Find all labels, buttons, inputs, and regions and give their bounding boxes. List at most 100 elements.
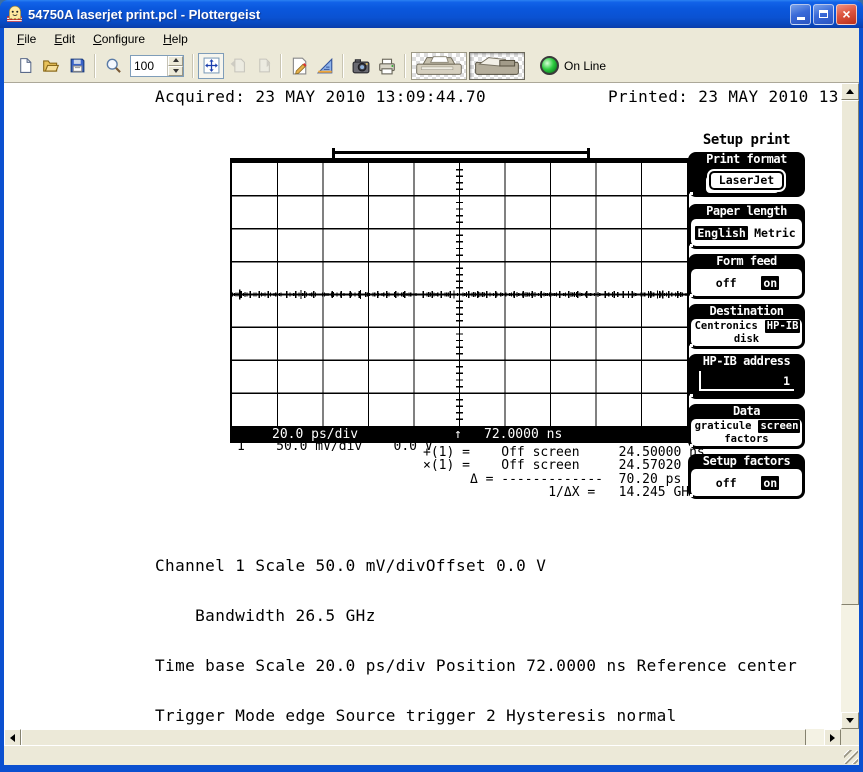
option-graticule: graticule <box>693 420 754 433</box>
print-setup-button[interactable] <box>286 53 312 79</box>
option-metric: Metric <box>752 226 798 240</box>
marker-row-freq: 1/ΔX = 14.245 GHz <box>423 485 697 500</box>
zoom-level-input[interactable] <box>131 56 167 76</box>
acquired-timestamp: Acquired: 23 MAY 2010 13:09:44.70 <box>155 87 486 106</box>
magnifier-icon <box>105 57 122 74</box>
option-english: English <box>695 226 747 240</box>
measure-button[interactable] <box>312 53 338 79</box>
next-page-icon <box>255 57 272 74</box>
online-led-icon <box>540 56 559 75</box>
title-bar[interactable]: 54750A laserjet print.pcl - Plottergeist… <box>0 0 863 28</box>
close-icon: × <box>842 7 850 21</box>
document-view: Acquired: 23 MAY 2010 13:09:44.70 Printe… <box>4 83 841 729</box>
menu-edit[interactable]: Edit <box>45 30 84 48</box>
print-setup-icon <box>290 57 308 75</box>
zoom-increase-button[interactable] <box>168 56 183 66</box>
arrow-up-icon <box>846 85 854 94</box>
channel-settings-line: Channel 1 Scale 50.0 mV/divOffset 0.0 V <box>155 556 546 575</box>
panel-title: Setup factors <box>688 454 805 469</box>
panel-title: HP-IB address <box>688 354 805 369</box>
maximize-button[interactable] <box>813 4 834 25</box>
window-frame: File Edit Configure Help <box>4 28 859 765</box>
new-document-button[interactable] <box>12 53 38 79</box>
plotter-output-button[interactable] <box>469 52 525 80</box>
option-centronics: Centronics <box>693 320 760 333</box>
hpib-address-field: 1 <box>699 371 794 391</box>
scrollbar-corner <box>841 729 859 746</box>
option-off: off <box>714 276 739 290</box>
close-button[interactable]: × <box>836 4 857 25</box>
scroll-right-button[interactable] <box>824 729 841 746</box>
toolbar-separator <box>342 54 344 78</box>
arrow-left-icon <box>6 734 15 742</box>
previous-page-button[interactable] <box>224 53 250 79</box>
scroll-down-button[interactable] <box>841 712 859 729</box>
panel-title: Print format <box>688 152 805 167</box>
printed-timestamp: Printed: 23 MAY 2010 13: <box>608 87 841 106</box>
save-button[interactable] <box>64 53 90 79</box>
previous-page-icon <box>229 57 246 74</box>
status-bar <box>4 745 859 765</box>
panel-title: Data <box>688 404 805 419</box>
ruler-icon <box>316 57 334 75</box>
open-file-button[interactable] <box>38 53 64 79</box>
toolbar-separator <box>404 54 406 78</box>
panel-data: Data graticule screen factors <box>688 404 805 449</box>
setup-print-header: Setup print <box>688 132 805 148</box>
menu-file[interactable]: File <box>8 30 45 48</box>
new-document-icon <box>17 57 34 74</box>
scroll-left-button[interactable] <box>4 729 21 746</box>
panel-print-format: Print format LaserJet <box>688 152 805 197</box>
option-screen: screen <box>758 420 800 433</box>
acquisition-window-bracket <box>332 148 590 158</box>
hpib-address-value: 1 <box>783 374 790 388</box>
minimize-button[interactable] <box>790 4 811 25</box>
zoom-decrease-button[interactable] <box>168 66 183 76</box>
vertical-scrollbar[interactable] <box>841 83 859 729</box>
option-hpib: HP-IB <box>765 320 801 333</box>
scroll-up-button[interactable] <box>841 83 859 100</box>
option-on: on <box>761 476 779 490</box>
marker-table: Y X +(1) = Off screen 24.50000 ns ×(1) =… <box>423 433 705 499</box>
horizontal-scrollbar[interactable] <box>4 729 841 746</box>
option-on: on <box>761 276 779 290</box>
timebase-settings-line: Time base Scale 20.0 ps/div Position 72.… <box>155 656 797 675</box>
zoom-button[interactable] <box>100 53 126 79</box>
plotter-printer-icon <box>470 53 524 79</box>
online-label: On Line <box>564 59 606 73</box>
app-window: 54750A laserjet print.pcl - Plottergeist… <box>0 0 863 772</box>
panel-title: Paper length <box>688 204 805 219</box>
next-page-button[interactable] <box>250 53 276 79</box>
arrow-down-icon <box>846 718 854 727</box>
minimize-icon <box>797 17 805 20</box>
camera-icon <box>352 57 370 75</box>
menu-help[interactable]: Help <box>154 30 197 48</box>
snapshot-button[interactable] <box>348 53 374 79</box>
resize-grip[interactable] <box>844 750 858 764</box>
printer-icon <box>378 57 396 75</box>
toolbar-separator <box>94 54 96 78</box>
toolbar-separator <box>280 54 282 78</box>
app-icon <box>6 5 24 23</box>
fit-page-icon <box>203 57 220 74</box>
graticule-grid-and-trace <box>232 163 687 426</box>
panel-destination: Destination Centronics HP-IB disk <box>688 304 805 349</box>
panel-title: Form feed <box>688 254 805 269</box>
save-icon <box>69 57 86 74</box>
laserjet-output-button[interactable] <box>411 52 467 80</box>
zoom-level-spinner[interactable] <box>130 55 184 77</box>
horizontal-scroll-thumb[interactable] <box>21 729 806 746</box>
fit-page-button[interactable] <box>198 53 224 79</box>
trigger-settings-line: Trigger Mode edge Source trigger 2 Hyste… <box>155 706 677 725</box>
laserjet-printer-icon <box>412 53 466 79</box>
panel-setup-factors: Setup factors off on <box>688 454 805 499</box>
vertical-scroll-thumb[interactable] <box>841 100 859 605</box>
menu-configure[interactable]: Configure <box>84 30 154 48</box>
panel-hpib-address: HP-IB address 1 <box>688 354 805 399</box>
print-button[interactable] <box>374 53 400 79</box>
toolbar: On Line <box>4 49 859 83</box>
option-disk: disk <box>732 333 761 346</box>
toolbar-separator <box>192 54 194 78</box>
maximize-icon <box>819 10 828 18</box>
bandwidth-line: Bandwidth 26.5 GHz <box>155 606 376 625</box>
